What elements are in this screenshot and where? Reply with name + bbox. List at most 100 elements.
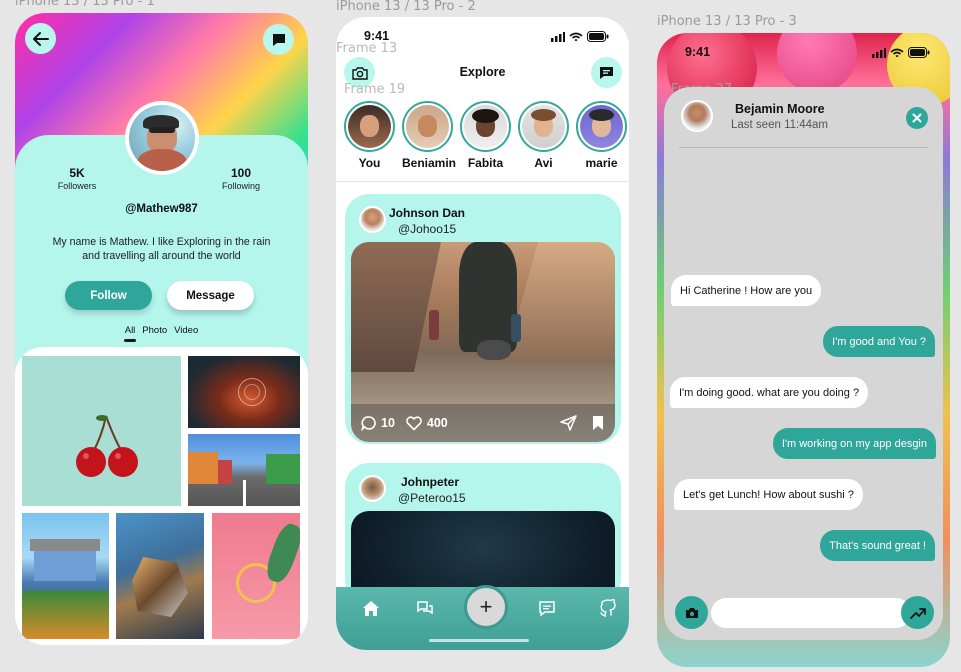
profile-screen: 5K Followers 100 Following @Mathew987 My… bbox=[15, 13, 308, 645]
message-input[interactable] bbox=[711, 598, 911, 628]
photo-gallery bbox=[15, 347, 308, 645]
status-icons bbox=[551, 31, 609, 42]
nav-home[interactable] bbox=[360, 597, 382, 619]
frame-19-label: Frame 19 bbox=[344, 82, 406, 97]
tab-photo[interactable]: Photo bbox=[142, 325, 167, 336]
post-card: Johnpeter @Peteroo15 bbox=[345, 463, 621, 603]
stories-row: You Beniamin Fabita Avi marie bbox=[344, 101, 627, 170]
story-avi[interactable]: Avi bbox=[518, 101, 569, 170]
message-outgoing: That's sound great ! bbox=[820, 530, 935, 561]
media-tabs: All Photo Video bbox=[15, 325, 308, 342]
story-marie[interactable]: marie bbox=[576, 101, 627, 170]
followers-count: 5K bbox=[69, 166, 85, 180]
story-name: marie bbox=[585, 156, 618, 170]
github-icon bbox=[600, 599, 616, 617]
username: @Mathew987 bbox=[125, 203, 198, 215]
following-label: Following bbox=[221, 181, 261, 191]
contact-name: Bejamin Moore bbox=[735, 102, 825, 116]
post-actions: 10 400 bbox=[351, 404, 615, 442]
like-count: 400 bbox=[426, 416, 448, 430]
nav-github[interactable] bbox=[597, 597, 619, 619]
frame-label-1: iPhone 13 / 13 Pro - 1 bbox=[15, 0, 155, 9]
add-post-button[interactable]: + bbox=[464, 585, 508, 629]
tab-all[interactable]: All bbox=[123, 325, 136, 342]
camera-button[interactable] bbox=[675, 596, 708, 629]
gallery-photo-sculpture[interactable] bbox=[116, 513, 204, 639]
followers-label: Followers bbox=[57, 181, 97, 191]
avatar[interactable] bbox=[359, 475, 386, 502]
frame-label-3: iPhone 13 / 13 Pro - 3 bbox=[657, 14, 797, 29]
gallery-photo-spiral[interactable] bbox=[188, 356, 300, 428]
post-author: Johnson Dan bbox=[389, 206, 466, 220]
tab-video[interactable]: Video bbox=[174, 325, 198, 336]
battery-icon bbox=[908, 47, 930, 58]
avatar[interactable] bbox=[359, 206, 386, 233]
profile-avatar[interactable] bbox=[125, 101, 199, 175]
post-author: Johnpeter bbox=[401, 475, 460, 489]
send-icon[interactable] bbox=[560, 415, 577, 431]
following-stat[interactable]: 100 Following bbox=[196, 166, 286, 191]
message-outgoing: I'm working on my app desgin bbox=[772, 428, 936, 459]
post-handle: @Peteroo15 bbox=[398, 491, 466, 505]
contact-avatar[interactable] bbox=[681, 100, 713, 132]
comment-icon[interactable] bbox=[361, 415, 377, 431]
close-icon bbox=[912, 113, 922, 123]
story-name: You bbox=[358, 156, 381, 170]
chats-icon bbox=[417, 600, 433, 614]
nav-messages[interactable] bbox=[536, 597, 558, 619]
trending-up-icon bbox=[909, 607, 926, 619]
send-button[interactable] bbox=[901, 596, 934, 629]
story-name: Fabita bbox=[467, 156, 504, 170]
story-name: Beniamin bbox=[402, 156, 457, 170]
divider bbox=[336, 181, 629, 182]
page-title: Explore bbox=[459, 65, 506, 79]
chat-screen: 9:41 Frame 27 Bejamin Moore Last seen 11… bbox=[657, 33, 950, 667]
cherries-image bbox=[76, 415, 138, 477]
post-handle: @Johoo15 bbox=[398, 222, 457, 236]
back-button[interactable] bbox=[25, 23, 56, 54]
header-divider bbox=[679, 147, 928, 148]
story-beniamin[interactable]: Beniamin bbox=[402, 101, 457, 170]
chat-bubble-icon bbox=[272, 33, 285, 46]
gallery-photo-street[interactable] bbox=[188, 434, 300, 506]
wifi-icon bbox=[890, 48, 904, 57]
following-count: 100 bbox=[230, 166, 252, 180]
status-icons bbox=[872, 47, 930, 58]
gallery-photo-cherries[interactable] bbox=[22, 356, 181, 506]
frame-label-2: iPhone 13 / 13 Pro - 2 bbox=[336, 0, 476, 14]
camera-icon bbox=[685, 607, 698, 618]
status-time: 9:41 bbox=[685, 45, 711, 59]
battery-icon bbox=[587, 31, 609, 42]
post-photo[interactable]: 10 400 bbox=[351, 242, 615, 442]
home-icon bbox=[363, 600, 379, 616]
explore-screen: 9:41 Frame 13 Explore Frame 19 You Benia… bbox=[336, 17, 629, 650]
message-button[interactable]: Message bbox=[167, 281, 254, 310]
message-square-icon bbox=[539, 600, 555, 616]
followers-stat[interactable]: 5K Followers bbox=[32, 166, 122, 191]
post-card: Johnson Dan @Johoo15 10 400 bbox=[345, 194, 621, 444]
comment-count: 10 bbox=[381, 416, 395, 430]
message-outgoing: I'm good and You ? bbox=[823, 326, 935, 357]
close-button[interactable] bbox=[906, 107, 928, 129]
last-seen: Last seen 11:44am bbox=[731, 119, 828, 131]
message-incoming: I'm doing good. what are you doing ? bbox=[670, 377, 869, 408]
message-incoming: Let's get Lunch! How about sushi ? bbox=[674, 479, 863, 510]
story-you[interactable]: You bbox=[344, 101, 395, 170]
story-fabita[interactable]: Fabita bbox=[460, 101, 511, 170]
home-indicator bbox=[429, 639, 529, 642]
arrow-left-icon bbox=[32, 31, 49, 46]
messages-button[interactable] bbox=[591, 57, 622, 88]
bio: My name is Mathew. I like Exploring in t… bbox=[52, 236, 271, 262]
message-icon bbox=[600, 66, 613, 79]
nav-chats[interactable] bbox=[414, 597, 436, 619]
story-name: Avi bbox=[534, 156, 553, 170]
chat-button[interactable] bbox=[263, 24, 294, 55]
bookmark-icon[interactable] bbox=[591, 415, 605, 431]
gallery-photo-chair[interactable] bbox=[212, 513, 300, 639]
gallery-photo-house[interactable] bbox=[22, 513, 109, 639]
wifi-icon bbox=[569, 32, 583, 41]
follow-button[interactable]: Follow bbox=[65, 281, 152, 310]
bottom-nav: + bbox=[336, 585, 629, 650]
heart-icon[interactable] bbox=[405, 415, 423, 431]
message-incoming: Hi Catherine ! How are you bbox=[671, 275, 822, 306]
